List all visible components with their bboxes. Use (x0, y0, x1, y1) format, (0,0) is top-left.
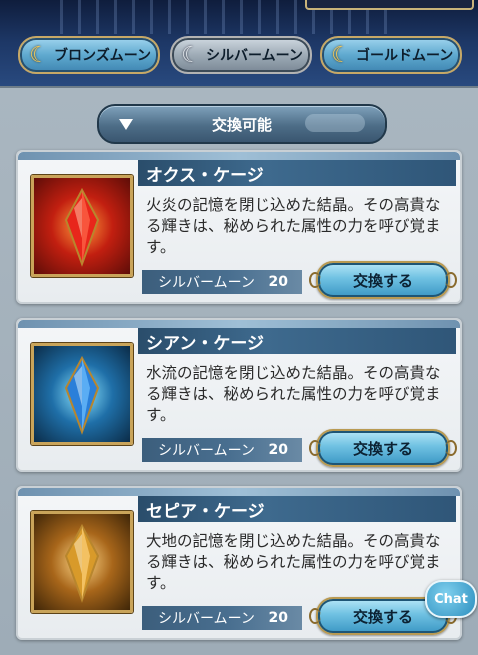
top-frame (305, 0, 474, 10)
crescent-moon-icon: ☾ (331, 42, 351, 68)
item-description: 火炎の記憶を閉じ込めた結晶。その高貴なる輝きは、秘められた属性の力を呼び覚ます。 (146, 196, 441, 256)
item-name: オクス・ケージ (138, 160, 456, 186)
chat-button[interactable]: Chat (425, 580, 477, 618)
item-cost: シルバームーン 20 (142, 438, 302, 462)
item-cost: シルバームーン 20 (142, 606, 302, 630)
red-crystal-icon (31, 175, 133, 277)
moon-tabs: ☾ ブロンズムーン ☾ シルバームーン ☾ ゴールドムーン (0, 36, 478, 76)
cost-amount: 20 (268, 442, 288, 458)
cost-currency: シルバームーン (158, 443, 255, 459)
tab-gold-moon[interactable]: ☾ ゴールドムーン (320, 36, 462, 74)
tab-silver-moon[interactable]: ☾ シルバームーン (170, 36, 312, 74)
exchange-button[interactable]: 交換する (309, 261, 457, 299)
cost-amount: 20 (268, 610, 288, 626)
exchange-button[interactable]: 交換する (309, 429, 457, 467)
item-cost: シルバームーン 20 (142, 270, 302, 294)
item-card: オクス・ケージ 火炎の記憶を閉じ込めた結晶。その高貴なる輝きは、秘められた属性の… (16, 150, 462, 304)
card-top-strip (18, 320, 460, 328)
item-name: シアン・ケージ (138, 328, 456, 354)
filter-dropdown[interactable]: 交換可能 (97, 104, 387, 144)
cost-currency: シルバームーン (158, 611, 255, 627)
item-description: 大地の記憶を閉じ込めた結晶。その高貴なる輝きは、秘められた属性の力を呼び覚ます。 (146, 532, 441, 592)
blue-crystal-icon (31, 343, 133, 445)
cost-amount: 20 (268, 274, 288, 290)
card-top-strip (18, 152, 460, 160)
item-card: セピア・ケージ 大地の記憶を閉じ込めた結晶。その高貴なる輝きは、秘められた属性の… (16, 486, 462, 640)
amber-crystal-icon (31, 511, 133, 613)
header-ornament (305, 114, 365, 132)
tab-label: シルバームーン (206, 48, 303, 64)
card-top-strip (18, 488, 460, 496)
crescent-moon-icon: ☾ (29, 42, 49, 68)
tab-label: ブロンズムーン (54, 48, 152, 64)
item-description: 水流の記憶を閉じ込めた結晶。その高貴なる輝きは、秘められた属性の力を呼び覚ます。 (146, 364, 441, 424)
crescent-moon-icon: ☾ (181, 42, 201, 68)
tab-bronze-moon[interactable]: ☾ ブロンズムーン (18, 36, 160, 74)
item-card: シアン・ケージ 水流の記憶を閉じ込めた結晶。その高貴なる輝きは、秘められた属性の… (16, 318, 462, 472)
tab-label: ゴールドムーン (356, 48, 454, 64)
cost-currency: シルバームーン (158, 275, 255, 291)
chat-label: Chat (434, 591, 468, 607)
item-name: セピア・ケージ (138, 496, 456, 522)
